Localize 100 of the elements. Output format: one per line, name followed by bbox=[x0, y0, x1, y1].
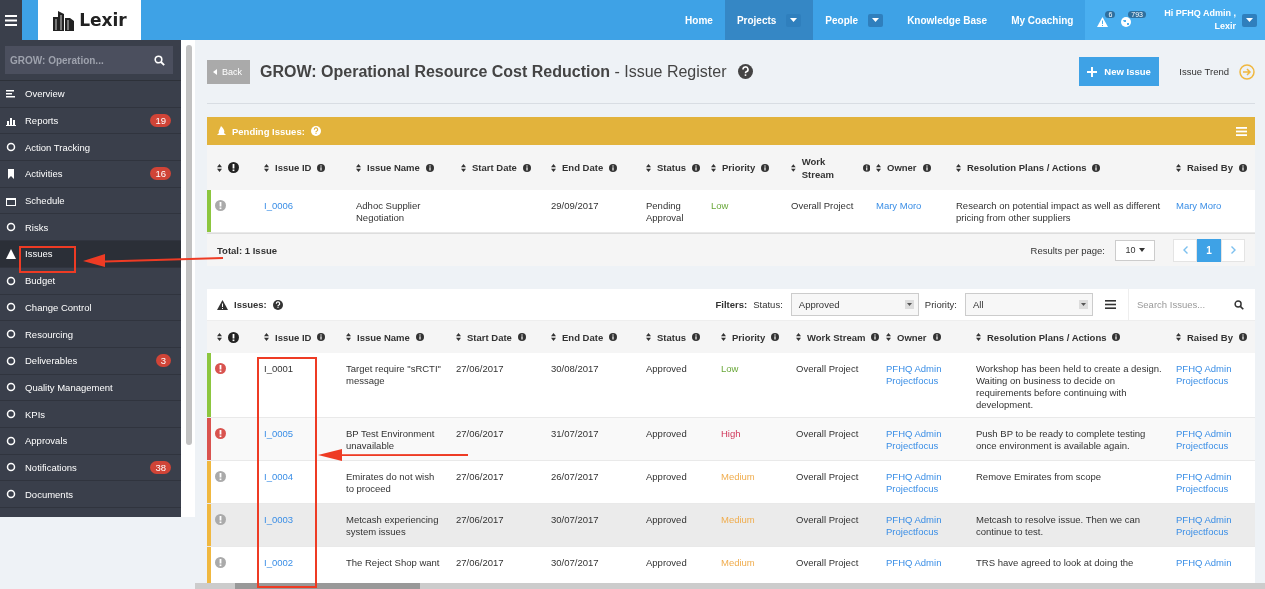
sort-icon[interactable] bbox=[646, 333, 651, 341]
column-header[interactable]: End Date bbox=[562, 330, 604, 344]
sort-icon[interactable] bbox=[711, 163, 716, 172]
globe-icon bbox=[1121, 17, 1132, 27]
status-filter-select[interactable]: Approved bbox=[790, 293, 919, 316]
sort-icon[interactable] bbox=[264, 333, 269, 341]
dropdown-button[interactable] bbox=[1242, 13, 1257, 27]
priority-text: Low bbox=[711, 200, 729, 211]
sort-icon[interactable] bbox=[217, 333, 222, 341]
warning-icon bbox=[217, 299, 228, 310]
alert-icon bbox=[228, 162, 239, 173]
alert-icon bbox=[215, 514, 226, 525]
issue-id-link[interactable]: I_0006 bbox=[264, 200, 344, 212]
scrollbar-thumb[interactable] bbox=[235, 583, 420, 589]
sort-icon[interactable] bbox=[1176, 163, 1181, 172]
table-cell: Approved bbox=[646, 557, 687, 568]
table-row[interactable]: I_0004 Emirates do not wish to proceed 27/06/2017 26/07/2017 Approved Medium Overall Project PFHQ Admin Projectfocus Remove Emirates from scope PFHQ Admin Projectfocus bbox=[207, 461, 1255, 504]
logo[interactable]: Lexir bbox=[38, 0, 141, 40]
column-header[interactable]: Status bbox=[657, 161, 687, 174]
column-header[interactable]: Issue ID bbox=[275, 330, 312, 344]
person-link[interactable]: PFHQ Admin bbox=[1176, 557, 1249, 569]
column-header[interactable]: Work Stream bbox=[807, 330, 866, 344]
issue-id-link[interactable]: I_0004 bbox=[264, 471, 334, 483]
issue-trend-link[interactable]: Issue Trend bbox=[1179, 66, 1229, 77]
column-header[interactable]: Work Stream bbox=[801, 154, 857, 181]
sort-icon[interactable] bbox=[876, 163, 881, 172]
table-cell: Pending Approval bbox=[646, 200, 684, 223]
dropdown-button[interactable] bbox=[868, 13, 884, 27]
priority-filter-select[interactable]: All bbox=[965, 293, 1093, 316]
column-header[interactable]: Priority bbox=[722, 161, 756, 174]
caret-icon bbox=[1246, 18, 1253, 22]
table-cell: Approved bbox=[646, 514, 687, 525]
sort-icon[interactable] bbox=[461, 163, 466, 172]
sort-icon[interactable] bbox=[796, 333, 801, 341]
info-icon bbox=[862, 163, 870, 172]
issue-id-link[interactable]: I_0002 bbox=[264, 557, 334, 569]
person-link[interactable]: PFHQ Admin bbox=[886, 557, 964, 569]
person-link[interactable]: Mary Moro bbox=[1176, 200, 1249, 212]
table-cell: Workshop has been held to create a design. Waiting on business to decide on requirements before continuing with development. bbox=[976, 363, 1162, 410]
column-header[interactable]: Issue Name bbox=[357, 330, 410, 344]
info-icon bbox=[1238, 333, 1247, 341]
info-icon bbox=[761, 163, 770, 172]
logo-text: Lexir bbox=[79, 10, 127, 30]
sort-icon[interactable] bbox=[551, 333, 556, 341]
person-link[interactable]: PFHQ Admin Projectfocus bbox=[1176, 363, 1249, 387]
panel-title: Issues: bbox=[234, 299, 267, 310]
sort-icon[interactable] bbox=[456, 333, 461, 341]
person-link[interactable]: PFHQ Admin Projectfocus bbox=[886, 363, 964, 387]
sidebar-item[interactable]: Activities 16 bbox=[0, 161, 181, 188]
table-row[interactable] bbox=[207, 353, 1255, 418]
scrollbar-thumb[interactable] bbox=[186, 45, 192, 445]
sidebar-item[interactable]: Reports 19 bbox=[0, 107, 181, 135]
table-cell: Overall Project bbox=[796, 428, 859, 439]
results-per-page-select[interactable]: 10 bbox=[1115, 239, 1155, 261]
status-filter-label: Status: bbox=[753, 299, 783, 310]
column-header[interactable]: Issue Name bbox=[367, 161, 420, 174]
person-link[interactable]: PFHQ Admin Projectfocus bbox=[1176, 471, 1249, 495]
person-link[interactable]: Mary Moro bbox=[876, 200, 944, 212]
sort-icon[interactable] bbox=[346, 333, 351, 341]
caret-icon bbox=[906, 303, 912, 306]
column-header[interactable]: Priority bbox=[732, 330, 766, 344]
sort-icon[interactable] bbox=[956, 163, 961, 172]
dropdown-button[interactable] bbox=[786, 13, 802, 27]
help-icon[interactable] bbox=[738, 64, 754, 79]
column-header[interactable]: Resolution Plans / Actions bbox=[967, 161, 1087, 174]
sort-icon[interactable] bbox=[976, 333, 981, 341]
column-header[interactable]: Owner bbox=[897, 330, 927, 344]
column-header[interactable]: Issue ID bbox=[275, 161, 312, 174]
column-header[interactable]: Resolution Plans / Actions bbox=[987, 330, 1107, 344]
sort-icon[interactable] bbox=[646, 163, 651, 172]
list-icon[interactable] bbox=[1105, 300, 1116, 309]
sidebar-item[interactable]: Deliverables 3 bbox=[0, 347, 181, 375]
column-header[interactable]: Raised By bbox=[1187, 161, 1233, 174]
column-header[interactable]: Raised By bbox=[1187, 330, 1233, 344]
sort-icon[interactable] bbox=[791, 163, 796, 172]
sort-icon[interactable] bbox=[551, 163, 556, 172]
sort-icon[interactable] bbox=[1176, 333, 1181, 341]
sort-icon[interactable] bbox=[356, 163, 361, 172]
sidebar-item[interactable]: Issues bbox=[0, 241, 181, 268]
sort-icon[interactable] bbox=[721, 333, 726, 341]
issue-search-field[interactable]: Search Issues... bbox=[1135, 298, 1234, 311]
table-cell: BP Test Environment unavailable bbox=[346, 428, 435, 451]
column-header[interactable]: Start Date bbox=[467, 330, 512, 344]
sort-icon[interactable] bbox=[217, 163, 222, 172]
column-header[interactable]: Start Date bbox=[472, 161, 517, 174]
nav-tab[interactable]: Projects bbox=[724, 0, 814, 40]
table-row[interactable]: I_0006 Adhoc Supplier Negotiation 29/09/2017 Pending Approval Low Overall Project Mary Moro Research on potential impact as well as different pricing from other suppliers Mary Moro bbox=[207, 190, 1255, 233]
menu-button[interactable] bbox=[0, 0, 22, 40]
alert-icon bbox=[215, 557, 226, 568]
priority-text: Medium bbox=[721, 471, 755, 482]
column-header[interactable]: Status bbox=[657, 330, 687, 344]
help-icon[interactable] bbox=[272, 299, 283, 310]
priority-text: High bbox=[721, 428, 741, 439]
column-header[interactable]: Owner bbox=[887, 161, 917, 174]
sort-icon[interactable] bbox=[886, 333, 891, 341]
sidebar-item[interactable]: Notifications 38 bbox=[0, 454, 181, 482]
column-header[interactable]: End Date bbox=[562, 161, 604, 174]
plus-icon bbox=[1087, 66, 1098, 77]
person-link[interactable]: PFHQ Admin Projectfocus bbox=[886, 471, 964, 495]
sort-icon[interactable] bbox=[264, 163, 269, 172]
